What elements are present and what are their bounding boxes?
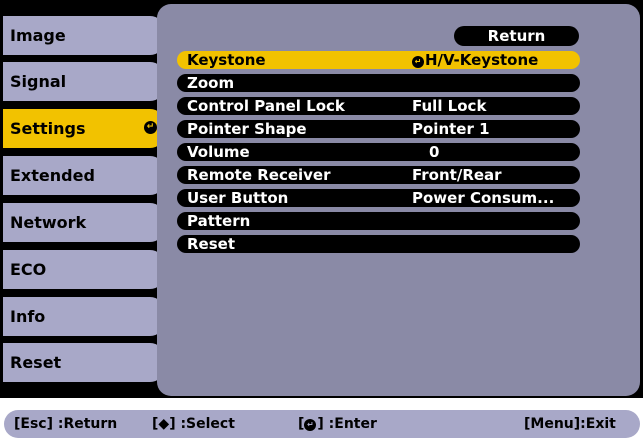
tab-extended[interactable]: Extended [3, 156, 165, 195]
up-down-arrow-icon: ◆ [158, 416, 170, 432]
row-value: ↵ H/V-Keystone [412, 51, 538, 69]
menu-row-control-panel-lock[interactable]: Control Panel Lock Full Lock [177, 97, 580, 115]
tab-settings[interactable]: Settings ↵ [3, 109, 165, 148]
tab-label: Signal [10, 72, 67, 91]
row-value: 0 [429, 143, 440, 161]
enter-icon: ↵ [412, 56, 424, 68]
row-label: Pattern [187, 212, 251, 230]
tab-network[interactable]: Network [3, 203, 165, 242]
row-label: User Button [187, 189, 289, 207]
menu-row-volume[interactable]: Volume 0 [177, 143, 580, 161]
tab-label: ECO [10, 260, 47, 279]
tab-info[interactable]: Info [3, 297, 165, 336]
row-value: Power Consum... [412, 189, 555, 207]
menu-row-reset[interactable]: Reset [177, 235, 580, 253]
help-select-suffix: ] :Select [169, 416, 235, 432]
row-label: Control Panel Lock [187, 97, 345, 115]
enter-icon: ↵ [304, 419, 317, 431]
tab-eco[interactable]: ECO [3, 250, 165, 289]
menu-row-remote-receiver[interactable]: Remote Receiver Front/Rear [177, 166, 580, 184]
help-enter-suffix: ] :Enter [317, 416, 377, 432]
row-label: Reset [187, 235, 235, 253]
tab-label: Reset [10, 353, 62, 372]
tab-label: Network [10, 213, 87, 232]
menu-row-zoom[interactable]: Zoom [177, 74, 580, 92]
help-bar: [Esc] :Return [◆] :Select [↵] :Enter [Me… [4, 410, 640, 438]
row-label: Volume [187, 143, 250, 161]
return-button[interactable]: Return [454, 26, 579, 46]
row-value: Pointer 1 [412, 120, 490, 138]
row-value-text: H/V-Keystone [425, 51, 539, 69]
enter-icon: ↵ [144, 121, 157, 134]
help-enter: [↵] :Enter [298, 410, 377, 438]
menu-row-pattern[interactable]: Pattern [177, 212, 580, 230]
row-label: Zoom [187, 74, 235, 92]
row-value: Front/Rear [412, 166, 502, 184]
row-label: Keystone [187, 51, 266, 69]
tab-label: Info [10, 307, 46, 326]
menu-row-pointer-shape[interactable]: Pointer Shape Pointer 1 [177, 120, 580, 138]
help-menu-exit: [Menu]:Exit [524, 416, 616, 432]
help-esc-return: [Esc] :Return [14, 416, 118, 432]
help-select: [◆] :Select [152, 410, 235, 438]
row-value: Full Lock [412, 97, 487, 115]
menu-row-keystone[interactable]: Keystone ↵ H/V-Keystone [177, 51, 580, 69]
tab-signal[interactable]: Signal [3, 62, 165, 101]
menu-row-user-button[interactable]: User Button Power Consum... [177, 189, 580, 207]
tab-label: Extended [10, 166, 95, 185]
tab-reset[interactable]: Reset [3, 343, 165, 382]
tab-label: Settings [10, 119, 86, 138]
row-label: Pointer Shape [187, 120, 307, 138]
tab-image[interactable]: Image [3, 16, 165, 55]
tab-label: Image [10, 26, 66, 45]
row-label: Remote Receiver [187, 166, 331, 184]
